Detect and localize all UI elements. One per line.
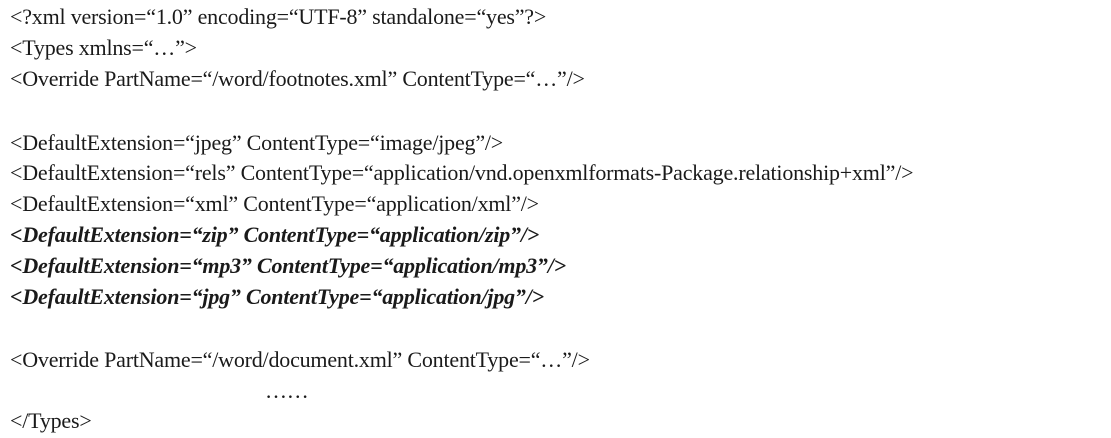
default-extension-mp3-line: <DefaultExtension=“mp3” ContentType=“app… [10,253,566,278]
xml-declaration-line: <?xml version=“1.0” encoding=“UTF-8” sta… [10,4,547,29]
default-extension-jpg-line: <DefaultExtension=“jpg” ContentType=“app… [10,284,544,309]
xml-content-types-listing: <?xml version=“1.0” encoding=“UTF-8” sta… [0,0,1111,438]
default-extension-zip-line: <DefaultExtension=“zip” ContentType=“app… [10,222,540,247]
continuation-ellipsis: …… [265,378,309,403]
default-extension-jpeg-line: <DefaultExtension=“jpeg” ContentType=“im… [10,130,504,155]
override-footnotes-line: <Override PartName=“/word/footnotes.xml”… [10,66,585,91]
types-close-tag-line: </Types> [10,408,92,433]
default-extension-xml-line: <DefaultExtension=“xml” ContentType=“app… [10,191,539,216]
types-open-tag-line: <Types xmlns=“…”> [10,35,197,60]
default-extension-rels-line: <DefaultExtension=“rels” ContentType=“ap… [10,160,914,185]
override-document-line: <Override PartName=“/word/document.xml” … [10,347,590,372]
